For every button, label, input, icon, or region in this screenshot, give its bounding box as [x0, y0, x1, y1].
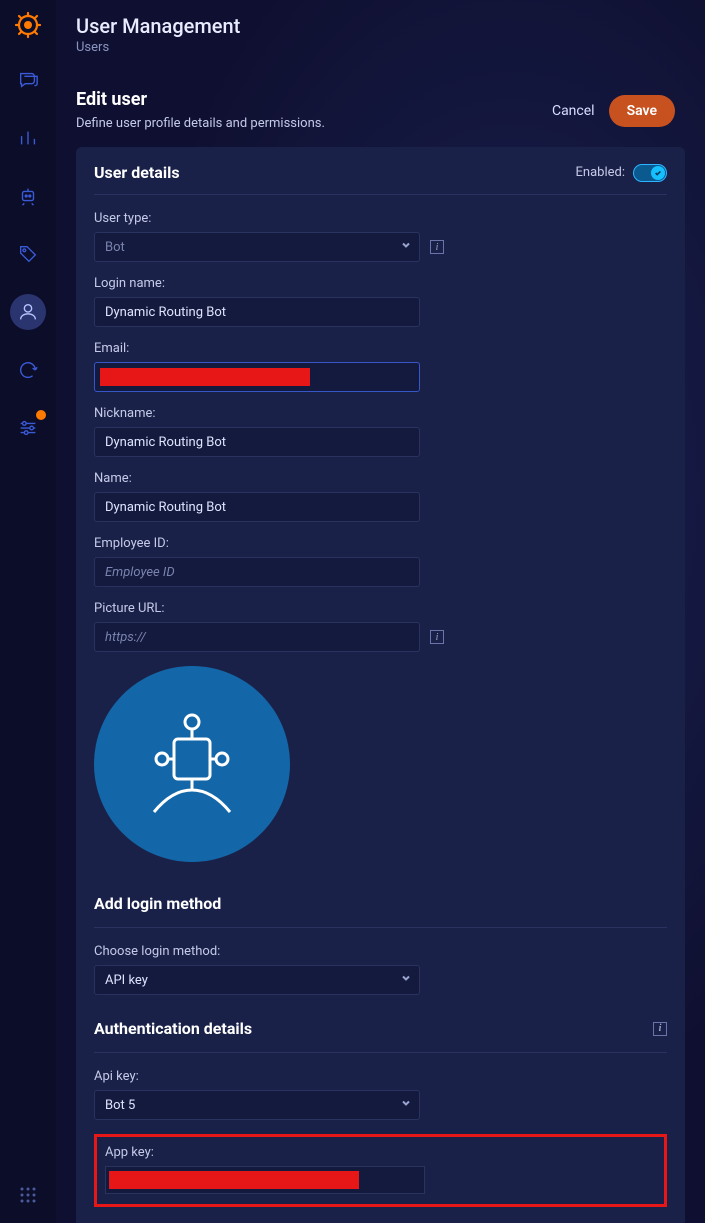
user-details-panel: User details Enabled: User type: Bot i	[76, 147, 685, 1223]
nav-apps-icon[interactable]	[10, 1177, 46, 1213]
info-icon[interactable]: i	[430, 630, 444, 644]
enabled-label: Enabled:	[576, 165, 625, 180]
redacted-app-key	[109, 1171, 359, 1189]
name-input[interactable]	[94, 492, 420, 522]
nav-settings-icon[interactable]	[10, 410, 46, 446]
bot-avatar-icon	[94, 666, 290, 862]
nav-bot-icon[interactable]	[10, 178, 46, 214]
nickname-input[interactable]	[94, 427, 420, 457]
api-key-label: Api key:	[94, 1069, 667, 1084]
notification-dot-icon	[36, 410, 46, 420]
employee-id-input[interactable]	[94, 557, 420, 587]
login-method-select[interactable]: API key	[94, 965, 420, 995]
app-key-label: App key:	[105, 1145, 656, 1160]
app-logo-icon	[13, 10, 43, 40]
picture-url-input[interactable]	[94, 622, 420, 652]
avatar-preview	[94, 666, 667, 862]
redacted-email	[100, 368, 310, 386]
info-icon[interactable]: i	[430, 240, 444, 254]
app-key-input[interactable]	[105, 1166, 425, 1194]
login-name-input[interactable]	[94, 297, 420, 327]
nav-users-icon[interactable]	[10, 294, 46, 330]
email-input[interactable]	[94, 362, 420, 392]
login-name-label: Login name:	[94, 276, 667, 291]
choose-login-label: Choose login method:	[94, 944, 667, 959]
enabled-toggle[interactable]	[633, 164, 667, 182]
api-key-value: Bot 5	[105, 1098, 135, 1113]
nav-refresh-icon[interactable]	[10, 352, 46, 388]
edit-subtitle: Define user profile details and permissi…	[76, 116, 325, 131]
chevron-down-icon	[401, 973, 411, 988]
picture-url-label: Picture URL:	[94, 601, 667, 616]
email-label: Email:	[94, 341, 667, 356]
nav-chat-icon[interactable]	[10, 62, 46, 98]
breadcrumb: Users	[76, 40, 685, 55]
login-method-value: API key	[105, 973, 148, 988]
edit-bar: Edit user Define user profile details an…	[56, 65, 705, 147]
chevron-down-icon	[401, 1098, 411, 1113]
name-label: Name:	[94, 471, 667, 486]
api-key-select[interactable]: Bot 5	[94, 1090, 420, 1120]
auth-details-heading: Authentication details	[94, 1019, 252, 1038]
app-key-highlight: App key:	[94, 1134, 667, 1207]
chevron-down-icon	[401, 240, 411, 255]
page-header: User Management Users	[56, 0, 705, 65]
main-content: User Management Users Edit user Define u…	[56, 0, 705, 1223]
nickname-label: Nickname:	[94, 406, 667, 421]
user-type-value: Bot	[105, 240, 125, 255]
employee-id-label: Employee ID:	[94, 536, 667, 551]
info-icon[interactable]: i	[653, 1022, 667, 1036]
user-type-label: User type:	[94, 211, 667, 226]
left-nav-rail	[0, 0, 56, 1223]
user-details-heading: User details	[94, 163, 180, 182]
user-type-select[interactable]: Bot	[94, 232, 420, 262]
login-method-heading: Add login method	[94, 884, 667, 928]
cancel-button[interactable]: Cancel	[552, 103, 595, 119]
page-title: User Management	[76, 14, 685, 38]
edit-title: Edit user	[76, 89, 325, 110]
save-button[interactable]: Save	[609, 95, 675, 127]
nav-analytics-icon[interactable]	[10, 120, 46, 156]
nav-tag-icon[interactable]	[10, 236, 46, 272]
